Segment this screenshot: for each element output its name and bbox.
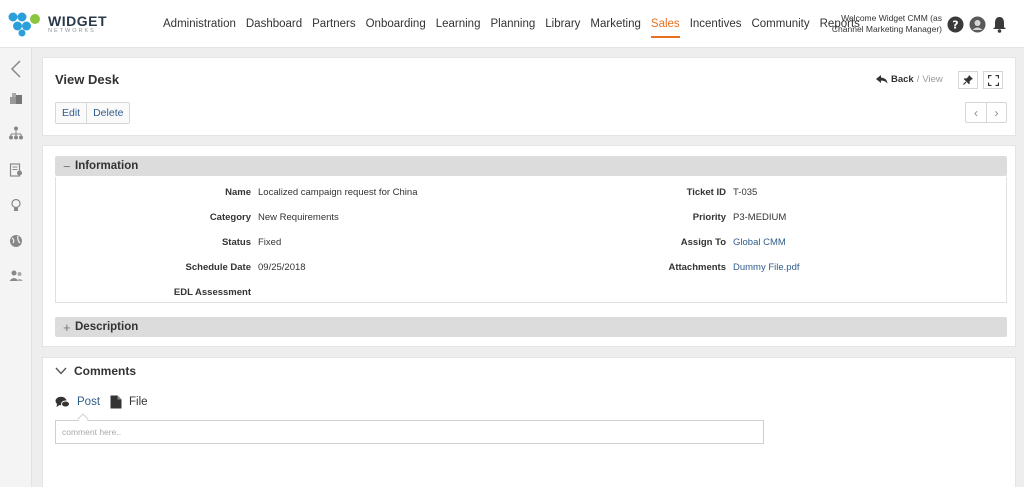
field-value: P3-MEDIUM	[733, 212, 787, 223]
back-arrow-icon	[876, 75, 888, 84]
information-panel: − Information Name Localized campaign re…	[42, 145, 1016, 347]
field-value: New Requirements	[258, 212, 339, 223]
field-label: EDL Assessment	[173, 287, 251, 298]
fullscreen-icon	[987, 74, 999, 86]
next-record-chevron-icon[interactable]: ›	[986, 103, 1006, 122]
attachment-link[interactable]: Dummy File.pdf	[733, 262, 800, 273]
welcome-text: Welcome Widget CMM (as Channel Marketing…	[830, 13, 942, 35]
breadcrumb-current: View	[922, 74, 943, 85]
information-section-header[interactable]: − Information	[55, 156, 1007, 176]
field-label: Schedule Date	[185, 262, 251, 273]
user-avatar-icon[interactable]	[968, 15, 986, 33]
main-nav: Administration Dashboard Partners Onboar…	[163, 0, 870, 48]
nav-item-dashboard[interactable]: Dashboard	[246, 0, 302, 48]
chat-bubble-icon	[55, 396, 70, 407]
information-title: Information	[75, 160, 139, 172]
comment-tabs: Post File	[55, 395, 158, 409]
assign-to-link[interactable]: Global CMM	[733, 237, 786, 248]
bell-icon[interactable]	[990, 15, 1008, 33]
top-header: WIDGET NETWORKS Administration Dashboard…	[0, 0, 1024, 48]
breadcrumb: Back / View	[876, 74, 943, 85]
chevron-down-icon	[55, 367, 67, 375]
field-label: Assign To	[680, 237, 726, 248]
logo-name: WIDGET	[48, 12, 107, 29]
fullscreen-button[interactable]	[983, 71, 1003, 89]
nav-item-incentives[interactable]: Incentives	[690, 0, 742, 48]
nav-item-learning[interactable]: Learning	[436, 0, 481, 48]
comment-input[interactable]	[55, 420, 764, 444]
nav-item-community[interactable]: Community	[751, 0, 809, 48]
comments-section-header[interactable]: Comments	[55, 364, 136, 378]
left-sidebar	[0, 48, 32, 487]
pin-button[interactable]	[958, 71, 978, 89]
description-title: Description	[75, 321, 139, 333]
tab-post-label: Post	[77, 396, 101, 408]
field-value: Localized campaign request for China	[258, 187, 418, 198]
welcome-line-1: Welcome Widget CMM (as	[841, 13, 942, 23]
hierarchy-icon[interactable]	[7, 124, 25, 142]
nav-item-marketing[interactable]: Marketing	[590, 0, 641, 48]
expand-plus-icon: +	[63, 319, 71, 335]
field-label: Status	[221, 237, 251, 248]
welcome-line-2: Channel Marketing Manager)	[831, 24, 942, 35]
comments-panel: Comments Post File	[42, 357, 1016, 487]
field-label: Name	[225, 187, 251, 198]
collapse-minus-icon: −	[63, 158, 71, 174]
record-pager: ‹ ›	[965, 102, 1007, 123]
nav-item-planning[interactable]: Planning	[490, 0, 535, 48]
description-section-header[interactable]: + Description	[55, 317, 1007, 337]
nav-item-library[interactable]: Library	[545, 0, 580, 48]
view-header-panel: View Desk Edit Delete Back / View ‹ ›	[42, 57, 1016, 136]
nav-item-partners[interactable]: Partners	[312, 0, 355, 48]
nav-item-administration[interactable]: Administration	[163, 0, 236, 48]
breadcrumb-separator: /	[916, 74, 920, 85]
field-label: Attachments	[668, 262, 726, 273]
action-button-group: Edit Delete	[55, 102, 131, 124]
back-button[interactable]: Back	[876, 74, 914, 85]
tab-file[interactable]: File	[110, 395, 148, 409]
help-icon[interactable]: ?	[946, 15, 964, 33]
nav-item-onboarding[interactable]: Onboarding	[366, 0, 426, 48]
nav-item-sales[interactable]: Sales	[650, 0, 680, 48]
field-label: Category	[209, 212, 251, 223]
back-label: Back	[891, 74, 914, 85]
edit-button[interactable]: Edit	[56, 103, 87, 123]
field-value: 09/25/2018	[258, 262, 306, 273]
tab-post[interactable]: Post	[55, 396, 100, 409]
globe-icon[interactable]	[7, 232, 25, 250]
comments-title: Comments	[74, 364, 137, 378]
certificate-icon[interactable]	[7, 161, 25, 179]
field-label: Priority	[692, 212, 726, 223]
pin-icon	[963, 75, 973, 85]
field-label: Ticket ID	[686, 187, 726, 198]
information-fields: Name Localized campaign request for Chin…	[55, 177, 1007, 303]
delete-button[interactable]: Delete	[86, 103, 130, 123]
field-value: Fixed	[258, 237, 282, 248]
boxes-icon[interactable]	[7, 90, 25, 108]
tab-file-label: File	[129, 396, 148, 408]
logo[interactable]: WIDGET NETWORKS	[8, 11, 107, 37]
file-icon	[110, 395, 122, 409]
lightbulb-icon[interactable]	[7, 196, 25, 214]
svg-text:?: ?	[952, 18, 958, 31]
users-icon[interactable]	[7, 267, 25, 285]
prev-record-chevron-icon[interactable]: ‹	[966, 103, 986, 122]
logo-mark-icon	[8, 12, 40, 37]
collapse-chevron-icon[interactable]	[7, 60, 25, 78]
logo-subtitle: NETWORKS	[48, 27, 96, 34]
page-title: View Desk	[55, 72, 120, 87]
field-value: T-035	[733, 187, 758, 198]
